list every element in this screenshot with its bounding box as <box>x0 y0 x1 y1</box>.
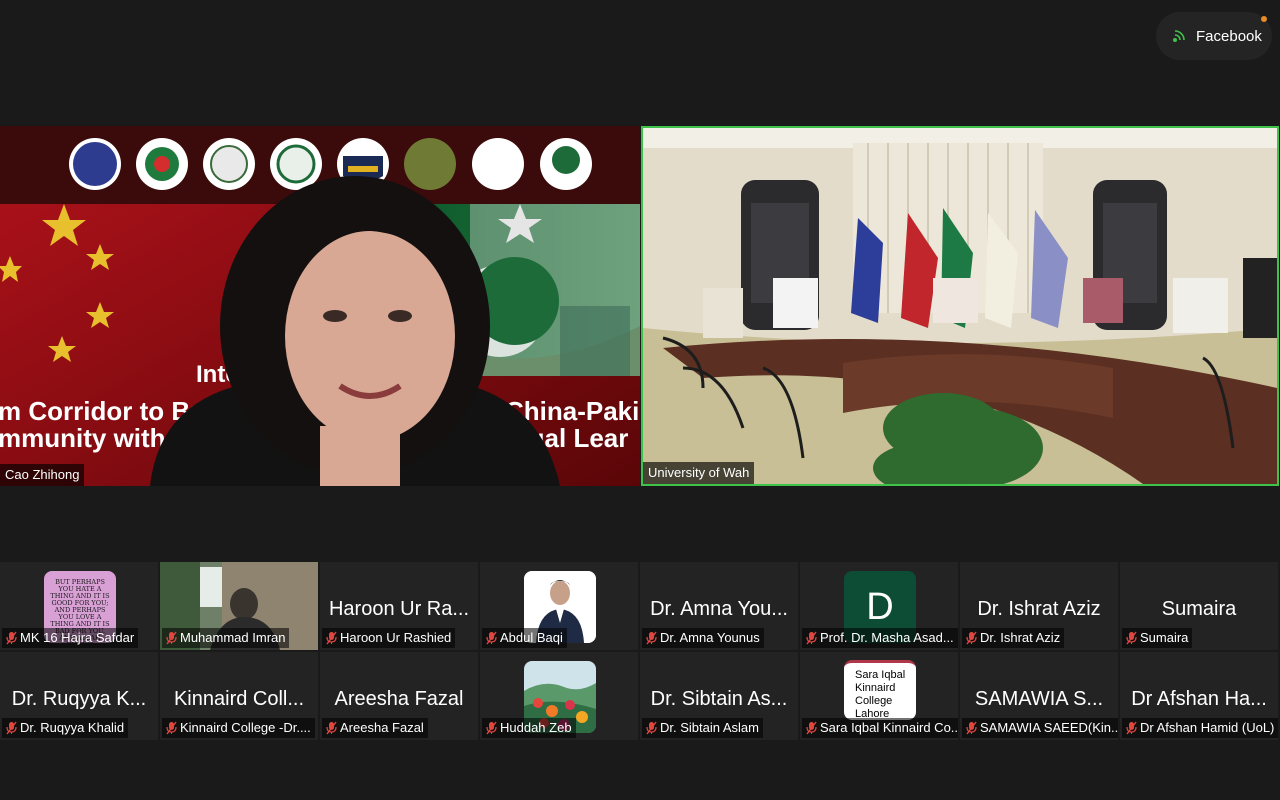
participant-display-name: Areesha Fazal <box>334 688 464 710</box>
participant-label: Prof. Dr. Masha Asad... <box>802 628 958 648</box>
participant-name: Dr. Sibtain Aslam <box>660 720 759 735</box>
mic-off-icon <box>646 631 657 645</box>
speaker-name-tag: Cao Zhihong <box>0 464 85 486</box>
participant-label: Dr. Amna Younus <box>642 628 764 648</box>
participant-label: Haroon Ur Rashied <box>322 628 456 648</box>
participant-label: Dr Afshan Hamid (UoL) <box>1122 718 1278 738</box>
participant-label: Areesha Fazal <box>322 718 428 738</box>
mic-off-icon <box>1126 631 1137 645</box>
participant-tile[interactable]: Sara Iqbal Kinnaird College Lahore Sara … <box>800 652 958 740</box>
participant-label: Sara Iqbal Kinnaird Co... <box>802 718 958 738</box>
participant-label: Muhammad Imran <box>162 628 290 648</box>
speaker-video-university-of-wah[interactable]: University of Wah <box>641 126 1279 486</box>
participant-display-name: Dr. Ishrat Aziz <box>977 598 1101 620</box>
participant-display-name: Dr. Amna You... <box>650 598 788 620</box>
participant-tile[interactable]: Muhammad Imran <box>160 562 318 650</box>
participant-label: Sumaira <box>1122 628 1193 648</box>
mic-off-icon <box>966 721 977 735</box>
participant-name: Muhammad Imran <box>180 630 286 645</box>
participant-name: Huddah Zeb <box>500 720 572 735</box>
participant-label: Dr. Sibtain Aslam <box>642 718 763 738</box>
recording-dot <box>1261 16 1267 22</box>
participant-name: SAMAWIA SAEED(Kin... <box>980 720 1118 735</box>
mic-off-icon <box>166 631 177 645</box>
participant-tile[interactable]: Kinnaird Coll... Kinnaird College -Dr...… <box>160 652 318 740</box>
participant-name: Kinnaird College -Dr.... <box>180 720 311 735</box>
participant-display-name: Dr. Ruqyya K... <box>11 688 147 710</box>
mic-off-icon <box>486 631 497 645</box>
participant-display-name: Sumaira <box>1161 598 1237 620</box>
mic-off-icon <box>966 631 977 645</box>
participant-label: Abdul Baqi <box>482 628 567 648</box>
participant-tile[interactable]: Huddah Zeb <box>480 652 638 740</box>
participant-display-name: Dr Afshan Ha... <box>1131 688 1267 710</box>
participant-name: Haroon Ur Rashied <box>340 630 452 645</box>
live-stream-label: Facebook <box>1196 27 1262 45</box>
participant-name: Prof. Dr. Masha Asad... <box>820 630 954 645</box>
mic-off-icon <box>486 721 497 735</box>
participant-tile[interactable]: Dr. Sibtain As... Dr. Sibtain Aslam <box>640 652 798 740</box>
participant-name: Abdul Baqi <box>500 630 563 645</box>
mic-off-icon <box>806 721 817 735</box>
participant-name: Areesha Fazal <box>340 720 424 735</box>
live-signal-icon <box>1173 30 1185 42</box>
participant-display-name: Dr. Sibtain As... <box>650 688 788 710</box>
participant-name: Dr. Ishrat Aziz <box>980 630 1061 645</box>
participant-display-name: SAMAWIA S... <box>974 688 1104 710</box>
participant-tile[interactable]: BUT PERHAPS YOU HATE A THING AND IT IS G… <box>0 562 158 650</box>
mic-off-icon <box>166 721 177 735</box>
participant-tile[interactable]: Abdul Baqi <box>480 562 638 650</box>
mic-off-icon <box>646 721 657 735</box>
participant-tile[interactable]: Dr. Ruqyya K... Dr. Ruqyya Khalid <box>0 652 158 740</box>
participant-avatar-text: Sara Iqbal Kinnaird College Lahore <box>844 660 916 720</box>
speaker-name-tag: University of Wah <box>643 462 755 484</box>
banner-text-line3-left: mmunity with <box>0 423 166 453</box>
mic-off-icon <box>806 631 817 645</box>
participant-label: SAMAWIA SAEED(Kin... <box>962 718 1118 738</box>
participant-display-name: Kinnaird Coll... <box>173 688 305 710</box>
participant-tile[interactable]: Dr Afshan Ha... Dr Afshan Hamid (UoL) <box>1120 652 1278 740</box>
mic-off-icon <box>1126 721 1137 735</box>
participant-tile[interactable]: Dr. Ishrat Aziz Dr. Ishrat Aziz <box>960 562 1118 650</box>
participant-label: Huddah Zeb <box>482 718 576 738</box>
participant-name: Dr. Ruqyya Khalid <box>20 720 125 735</box>
speaker-video-cao-zhihong[interactable]: Inte m Corridor to Bri China-Paki mmunit… <box>0 126 640 486</box>
participant-label: Dr. Ruqyya Khalid <box>2 718 129 738</box>
mic-off-icon <box>6 721 17 735</box>
participant-tile[interactable]: Sumaira Sumaira <box>1120 562 1278 650</box>
participant-tile[interactable]: Haroon Ur Ra... Haroon Ur Rashied <box>320 562 478 650</box>
participant-name: Sara Iqbal Kinnaird Co... <box>820 720 958 735</box>
participant-gallery: BUT PERHAPS YOU HATE A THING AND IT IS G… <box>0 562 1280 742</box>
participant-display-name: Haroon Ur Ra... <box>328 598 470 620</box>
live-stream-badge[interactable]: Facebook <box>1156 12 1272 60</box>
participant-label: Dr. Ishrat Aziz <box>962 628 1065 648</box>
participant-name: Sumaira <box>1140 630 1189 645</box>
conference-room-video <box>643 128 1277 484</box>
participant-tile[interactable]: Areesha Fazal Areesha Fazal <box>320 652 478 740</box>
speaker-video-frame: Inte m Corridor to Bri China-Paki mmunit… <box>0 126 640 486</box>
participant-tile[interactable]: D Prof. Dr. Masha Asad... <box>800 562 958 650</box>
participant-label: Kinnaird College -Dr.... <box>162 718 315 738</box>
mic-off-icon <box>326 721 337 735</box>
mic-off-icon <box>6 631 17 645</box>
participant-name: Dr. Amna Younus <box>660 630 760 645</box>
participant-label: MK 16 Hajra Safdar <box>2 628 139 648</box>
mic-off-icon <box>326 631 337 645</box>
participant-name: MK 16 Hajra Safdar <box>20 630 135 645</box>
participant-tile[interactable]: Dr. Amna You... Dr. Amna Younus <box>640 562 798 650</box>
participant-tile[interactable]: SAMAWIA S... SAMAWIA SAEED(Kin... <box>960 652 1118 740</box>
participant-name: Dr Afshan Hamid (UoL) <box>1140 720 1275 735</box>
